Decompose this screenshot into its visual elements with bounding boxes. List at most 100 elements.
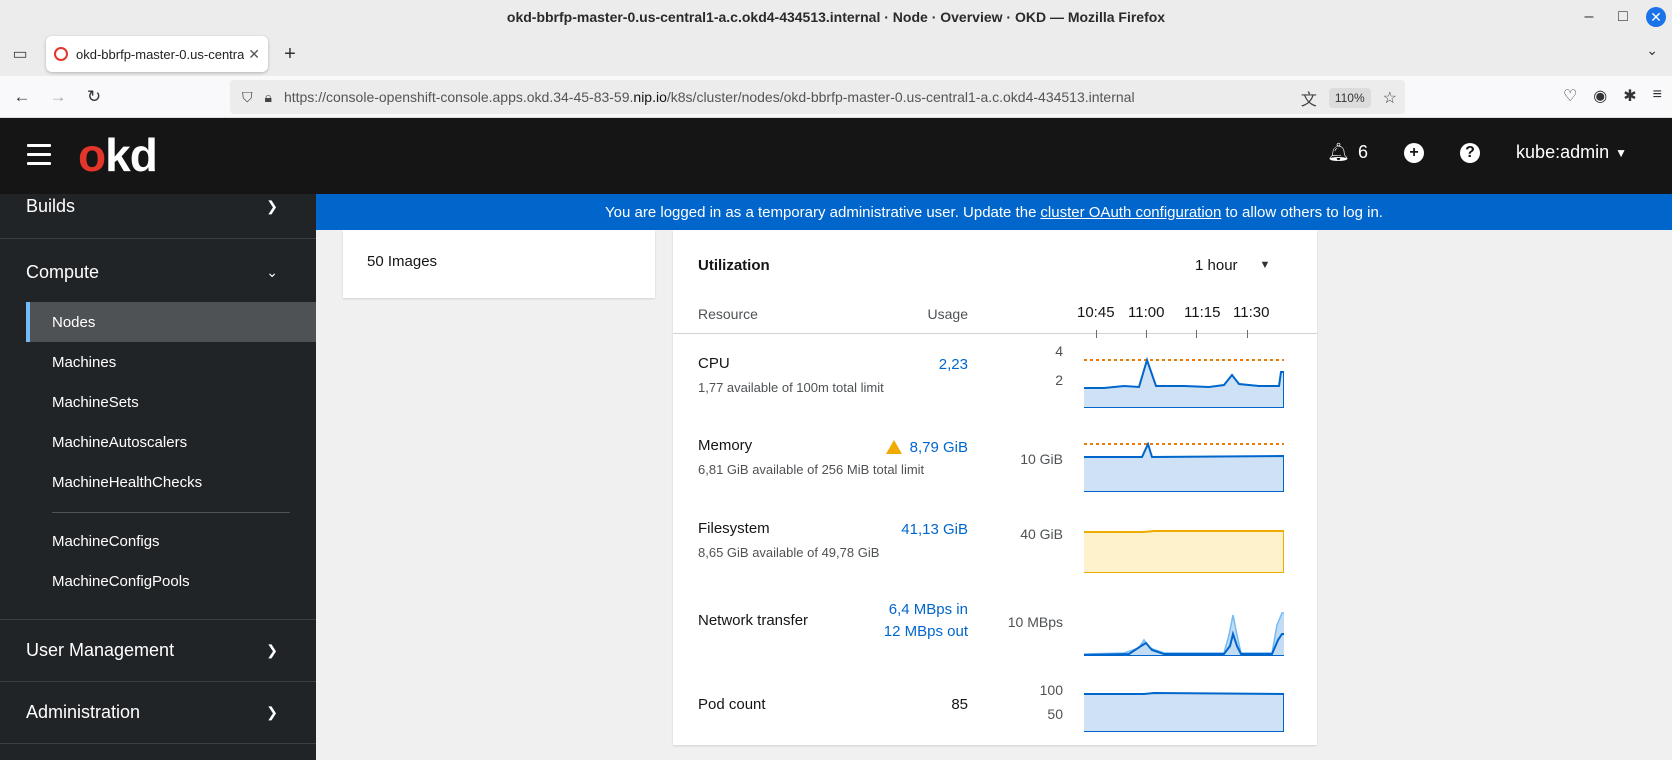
caret-down-icon: ▼ — [1259, 259, 1271, 271]
maximize-icon[interactable]: □ — [1606, 0, 1640, 34]
tab-list-chevron-icon[interactable]: ⌄ — [1646, 42, 1658, 59]
url-bar[interactable]: ⛉ 🔒︎ https://console-openshift-console.a… — [230, 80, 1405, 114]
chevron-right-icon: ❯ — [266, 703, 278, 720]
sidebar-item-machinesets[interactable]: MachineSets — [26, 382, 316, 422]
tab-bar: ▭ okd-bbrfp-master-0.us-central1-a.c.okd… — [0, 34, 1672, 76]
warning-icon — [885, 440, 902, 454]
zoom-level[interactable]: 110% — [1328, 88, 1371, 108]
filesystem-sparkline[interactable] — [1084, 528, 1284, 573]
time-range-dropdown[interactable]: 1 hour ▼ — [1195, 257, 1270, 274]
nav-section-compute[interactable]: Compute ⌄ — [0, 244, 316, 300]
resource-memory: Memory — [698, 437, 753, 454]
time-tick: 11:30 — [1233, 304, 1270, 321]
chevron-right-icon: ❯ — [266, 641, 278, 658]
forward-arrow-icon[interactable]: → — [46, 85, 70, 109]
time-tick: 11:15 — [1184, 304, 1221, 321]
cpu-available: 1,77 available of 100m total limit — [698, 380, 884, 395]
tab-overview-icon[interactable]: ▭ — [8, 42, 32, 66]
tab-close-icon[interactable]: ✕ — [248, 46, 260, 63]
window-titlebar: okd-bbrfp-master-0.us-central1-a.c.okd4-… — [0, 0, 1672, 34]
shield-icon[interactable]: ⛉ — [242, 89, 253, 106]
memory-usage-link[interactable]: 8,79 GiB — [885, 438, 968, 456]
pocket-icon[interactable]: ♡ — [1563, 86, 1577, 106]
resource-network-transfer: Network transfer — [698, 612, 809, 629]
caret-down-icon: ▼ — [1615, 145, 1627, 160]
nav-section-user-management[interactable]: User Management ❯ — [0, 620, 316, 680]
resource-pod-count: Pod count — [698, 696, 766, 713]
nav-section-administration[interactable]: Administration ❯ — [0, 682, 316, 742]
navigation-toolbar: ← → ↻ ⛉ 🔒︎ https://console-openshift-con… — [0, 76, 1672, 118]
utilization-title: Utilization — [698, 257, 770, 274]
axis-label: 100 — [1039, 682, 1063, 698]
time-tick: 11:00 — [1128, 304, 1165, 321]
cpu-sparkline[interactable] — [1084, 348, 1284, 408]
masthead: okd 🔔︎ 6 + ? kube:admin ▼ — [0, 118, 1672, 194]
hamburger-menu-icon[interactable] — [27, 144, 51, 165]
notifications-button[interactable]: 🔔︎ 6 — [1327, 142, 1368, 163]
toolbar-extensions: ♡ ◉ ✱ ≡ — [1563, 86, 1662, 106]
bookmark-star-icon[interactable]: ☆ — [1383, 88, 1397, 108]
masthead-tools: 🔔︎ 6 + ? kube:admin ▼ — [1327, 142, 1627, 163]
banner-text-end: to allow others to log in. — [1225, 203, 1383, 221]
reload-icon[interactable]: ↻ — [82, 85, 106, 109]
images-count-link[interactable]: 50 Images — [367, 253, 437, 270]
close-window-icon[interactable]: ✕ — [1646, 7, 1666, 27]
banner-text: You are logged in as a temporary adminis… — [605, 203, 1037, 221]
sidebar-item-machines[interactable]: Machines — [26, 342, 316, 382]
window-controls: – □ ✕ — [1572, 0, 1672, 34]
tab-title: okd-bbrfp-master-0.us-central1-a.c.okd4-… — [76, 46, 245, 62]
sidebar-item-machineautoscalers[interactable]: MachineAutoscalers — [26, 422, 316, 462]
url-text[interactable]: https://console-openshift-console.apps.o… — [284, 89, 1135, 105]
network-sparkline[interactable] — [1084, 610, 1284, 656]
okd-logo[interactable]: okd — [78, 128, 158, 182]
okd-favicon-icon — [54, 47, 68, 61]
nav-section-builds[interactable]: Builds ❯ — [0, 194, 316, 218]
axis-label: 4 — [1055, 343, 1063, 359]
sidebar-item-machineconfigs[interactable]: MachineConfigs — [26, 521, 316, 561]
bell-icon: 🔔︎ — [1327, 142, 1351, 162]
back-arrow-icon[interactable]: ← — [10, 85, 34, 109]
menu-icon[interactable]: ≡ — [1653, 86, 1662, 106]
cluster-oauth-link[interactable]: cluster OAuth configuration — [1040, 204, 1221, 221]
axis-label: 40 GiB — [1020, 526, 1063, 542]
sidebar-item-nodes[interactable]: Nodes — [26, 302, 316, 342]
cpu-usage-link[interactable]: 2,23 — [939, 356, 968, 373]
temporary-admin-banner: You are logged in as a temporary adminis… — [316, 194, 1672, 230]
resource-filesystem: Filesystem — [698, 520, 770, 537]
import-plus-icon[interactable]: + — [1404, 142, 1425, 163]
pod-count-sparkline[interactable] — [1084, 692, 1284, 732]
sidebar: Builds ❯ Compute ⌄ Nodes Machines MachineS… — [0, 194, 316, 760]
pod-count-value: 85 — [951, 696, 968, 713]
resource-cpu: CPU — [698, 355, 730, 372]
account-icon[interactable]: ◉ — [1593, 86, 1607, 106]
axis-label: 10 GiB — [1020, 451, 1063, 467]
column-header-usage: Usage — [927, 306, 968, 322]
user-menu[interactable]: kube:admin ▼ — [1516, 142, 1627, 163]
extensions-icon[interactable]: ✱ — [1623, 86, 1636, 106]
new-tab-icon[interactable]: + — [278, 42, 302, 66]
minimize-icon[interactable]: – — [1572, 0, 1606, 34]
chevron-right-icon: ❯ — [266, 197, 278, 214]
filesystem-available: 8,65 GiB available of 49,78 GiB — [698, 545, 880, 560]
translate-icon[interactable]: 文 — [1301, 86, 1317, 110]
column-header-resource: Resource — [698, 306, 758, 322]
memory-sparkline[interactable] — [1084, 442, 1284, 492]
time-tick: 10:45 — [1077, 304, 1115, 321]
memory-available: 6,81 GiB available of 256 MiB total limi… — [698, 462, 925, 477]
sidebar-item-machineconfigpools[interactable]: MachineConfigPools — [26, 561, 316, 601]
main-content: 50 Images Utilization 1 hour ▼ Resource U… — [316, 230, 1672, 760]
lock-icon[interactable]: 🔒︎ — [265, 89, 272, 106]
utilization-card: Utilization 1 hour ▼ Resource Usage 10:45… — [673, 230, 1317, 745]
browser-tab[interactable]: okd-bbrfp-master-0.us-central1-a.c.okd4-… — [46, 36, 268, 72]
axis-label: 50 — [1047, 706, 1063, 722]
help-icon[interactable]: ? — [1460, 142, 1481, 163]
network-in-link[interactable]: 6,4 MBps in — [889, 601, 968, 618]
chevron-down-icon: ⌄ — [266, 263, 278, 280]
window-title: okd-bbrfp-master-0.us-central1-a.c.okd4-… — [506, 9, 1166, 25]
sidebar-item-machinehealthchecks[interactable]: MachineHealthChecks — [26, 462, 316, 502]
notification-count: 6 — [1358, 142, 1369, 162]
images-card: 50 Images — [343, 230, 655, 298]
filesystem-usage-link[interactable]: 41,13 GiB — [901, 521, 968, 538]
network-out-link[interactable]: 12 MBps out — [884, 623, 968, 640]
axis-label: 2 — [1055, 372, 1063, 388]
